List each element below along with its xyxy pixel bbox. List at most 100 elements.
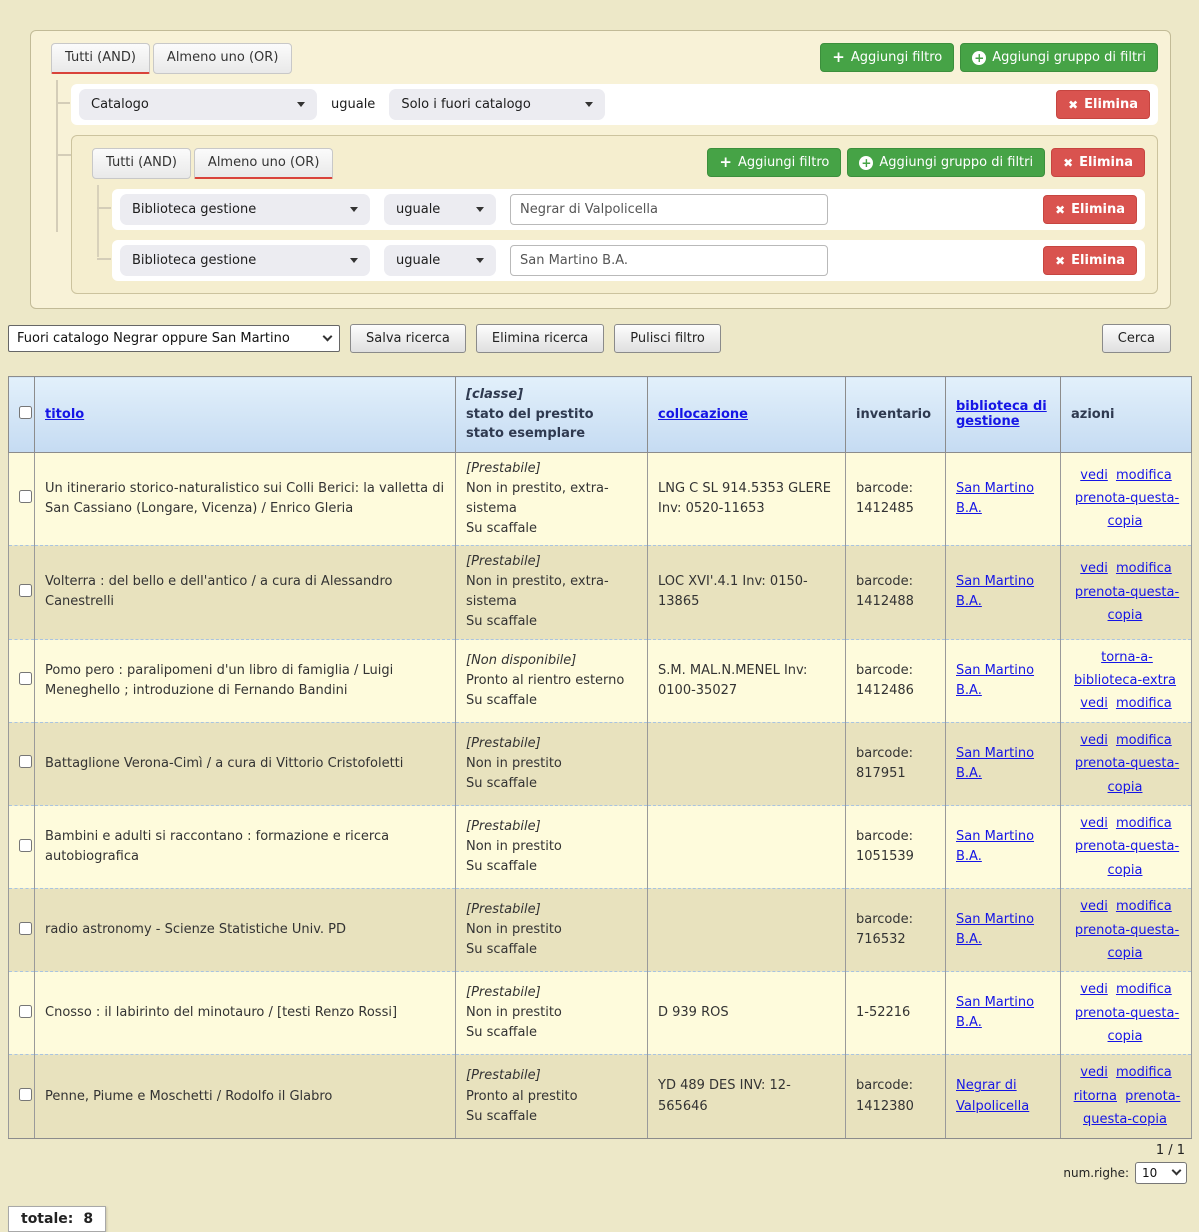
row-checkbox[interactable] (19, 1088, 32, 1101)
row-checkbox[interactable] (19, 1005, 32, 1018)
action-link-vedi[interactable]: vedi (1080, 561, 1108, 576)
select-all-checkbox[interactable] (19, 406, 32, 419)
action-link-modifica[interactable]: modifica (1116, 816, 1172, 831)
library-link[interactable]: San Martino B.A. (956, 481, 1034, 516)
library-link[interactable]: Negrar di Valpolicella (956, 1078, 1029, 1113)
action-link-vedi[interactable]: vedi (1080, 899, 1108, 914)
value-select-fuori-catalogo[interactable]: Solo i fuori catalogo (389, 89, 605, 120)
sort-titolo-link[interactable]: titolo (45, 407, 84, 422)
action-link-prenota-questa-copia[interactable]: prenota-questa-copia (1075, 1006, 1179, 1044)
action-link-modifica[interactable]: modifica (1116, 982, 1172, 997)
row-checkbox[interactable] (19, 672, 32, 685)
rows-per-page-select[interactable]: 10 (1135, 1162, 1187, 1184)
actions-cell: vedi modifica prenota-questa-copia (1061, 805, 1192, 888)
library-link[interactable]: San Martino B.A. (956, 746, 1034, 781)
action-link-modifica[interactable]: modifica (1116, 899, 1172, 914)
action-link-prenota-questa-copia[interactable]: prenota-questa-copia (1075, 756, 1179, 794)
library-link[interactable]: San Martino B.A. (956, 995, 1034, 1030)
action-link-modifica[interactable]: modifica (1116, 696, 1172, 711)
status-item: Su scaffale (466, 691, 637, 711)
action-link-prenota-questa-copia[interactable]: prenota-questa-copia (1075, 585, 1179, 623)
inventory-cell: barcode: 1051539 (846, 805, 946, 888)
status-cell: [Prestabile]Non in prestitoSu scaffale (456, 722, 648, 805)
caret-down-icon (350, 258, 358, 263)
action-link-prenota-questa-copia[interactable]: prenota-questa-copia (1075, 923, 1179, 961)
value-input-negrar[interactable] (510, 194, 828, 225)
delete-filter-label: Elimina (1071, 253, 1125, 268)
action-link-modifica[interactable]: modifica (1116, 1065, 1172, 1080)
delete-group-button[interactable]: ✖ Elimina (1051, 148, 1145, 177)
action-link-torna-a-biblioteca-extra[interactable]: torna-a-biblioteca-extra (1074, 650, 1176, 688)
action-link-prenota-questa-copia[interactable]: prenota-questa-copia (1075, 839, 1179, 877)
clear-filter-button[interactable]: Pulisci filtro (614, 324, 721, 353)
operator-select-1[interactable]: uguale (384, 194, 496, 225)
tab-tutti-and[interactable]: Tutti (AND) (51, 43, 150, 74)
inventory-cell: 1-52216 (846, 972, 946, 1055)
library-link[interactable]: San Martino B.A. (956, 663, 1034, 698)
row-checkbox[interactable] (19, 922, 32, 935)
caret-down-icon (476, 207, 484, 212)
saved-search-value: Fuori catalogo Negrar oppure San Martino (17, 331, 290, 346)
action-link-vedi[interactable]: vedi (1080, 468, 1108, 483)
action-link-prenota-questa-copia[interactable]: prenota-questa-copia (1075, 491, 1179, 529)
delete-filter-button-1[interactable]: ✖ Elimina (1043, 195, 1137, 224)
total-box: totale: 8 (8, 1206, 106, 1232)
library-link[interactable]: San Martino B.A. (956, 829, 1034, 864)
save-search-button[interactable]: Salva ricerca (350, 324, 466, 353)
action-link-modifica[interactable]: modifica (1116, 468, 1172, 483)
status-loan: Pronto al rientro esterno (466, 671, 637, 691)
collocation-cell: S.M. MAL.N.MENEL Inv: 0100-35027 (648, 639, 846, 722)
action-link-vedi[interactable]: vedi (1080, 1065, 1108, 1080)
field-select-biblioteca-1[interactable]: Biblioteca gestione (120, 194, 370, 225)
value-select-value: Solo i fuori catalogo (401, 97, 530, 112)
delete-filter-button-2[interactable]: ✖ Elimina (1043, 246, 1137, 275)
sort-biblioteca-link[interactable]: biblioteca di gestione (956, 399, 1047, 429)
delete-search-button[interactable]: Elimina ricerca (476, 324, 604, 353)
action-link-ritorna[interactable]: ritorna (1074, 1089, 1117, 1104)
results-table: titolo [classe] stato del prestito stato… (8, 376, 1192, 1139)
field-select-biblioteca-2[interactable]: Biblioteca gestione (120, 245, 370, 276)
action-link-modifica[interactable]: modifica (1116, 561, 1172, 576)
collocation-cell: YD 489 DES INV: 12-565646 (648, 1055, 846, 1138)
table-row: Penne, Piume e Moschetti / Rodolfo il Gl… (9, 1055, 1192, 1138)
tab-inner-tutti-and[interactable]: Tutti (AND) (92, 148, 191, 179)
value-input-san-martino[interactable] (510, 245, 828, 276)
action-link-vedi[interactable]: vedi (1080, 816, 1108, 831)
inventory-cell: barcode: 1412380 (846, 1055, 946, 1138)
tab-inner-almeno-uno-or[interactable]: Almeno uno (OR) (194, 148, 333, 179)
action-link-modifica[interactable]: modifica (1116, 733, 1172, 748)
operator-label: uguale (331, 97, 375, 112)
operator-select-2[interactable]: uguale (384, 245, 496, 276)
field-select-catalogo[interactable]: Catalogo (79, 89, 317, 120)
add-filter-group-button[interactable]: + Aggiungi gruppo di filtri (960, 43, 1158, 72)
add-filter-button[interactable]: + Aggiungi filtro (820, 43, 954, 72)
action-link-vedi[interactable]: vedi (1080, 982, 1108, 997)
x-icon: ✖ (1055, 254, 1065, 268)
library-link[interactable]: San Martino B.A. (956, 574, 1034, 609)
inventory-cell: barcode: 1412486 (846, 639, 946, 722)
results-tbody: Un itinerario storico-naturalistico sui … (9, 452, 1192, 1138)
tab-almeno-uno-or[interactable]: Almeno uno (OR) (153, 43, 292, 74)
row-checkbox[interactable] (19, 584, 32, 597)
saved-search-select[interactable]: Fuori catalogo Negrar oppure San Martino (8, 325, 340, 352)
status-item: Su scaffale (466, 1107, 637, 1127)
status-class: [Prestabile] (466, 900, 637, 920)
row-select-cell (9, 805, 35, 888)
total-label: totale: (21, 1211, 73, 1227)
table-row: Bambini e adulti si raccontano : formazi… (9, 805, 1192, 888)
action-link-vedi[interactable]: vedi (1080, 733, 1108, 748)
status-item: Su scaffale (466, 857, 637, 877)
search-button[interactable]: Cerca (1102, 324, 1171, 353)
action-link-vedi[interactable]: vedi (1080, 696, 1108, 711)
add-filter-button-inner[interactable]: + Aggiungi filtro (707, 148, 841, 177)
row-checkbox[interactable] (19, 839, 32, 852)
delete-filter-button[interactable]: ✖ Elimina (1056, 90, 1150, 119)
add-filter-group-button-inner[interactable]: + Aggiungi gruppo di filtri (847, 148, 1045, 177)
status-class: [Prestabile] (466, 1066, 637, 1086)
title-cell: radio astronomy - Scienze Statistiche Un… (35, 889, 456, 972)
row-checkbox[interactable] (19, 755, 32, 768)
sort-collocazione-link[interactable]: collocazione (658, 407, 748, 422)
library-cell: San Martino B.A. (946, 639, 1061, 722)
row-checkbox[interactable] (19, 490, 32, 503)
library-link[interactable]: San Martino B.A. (956, 912, 1034, 947)
